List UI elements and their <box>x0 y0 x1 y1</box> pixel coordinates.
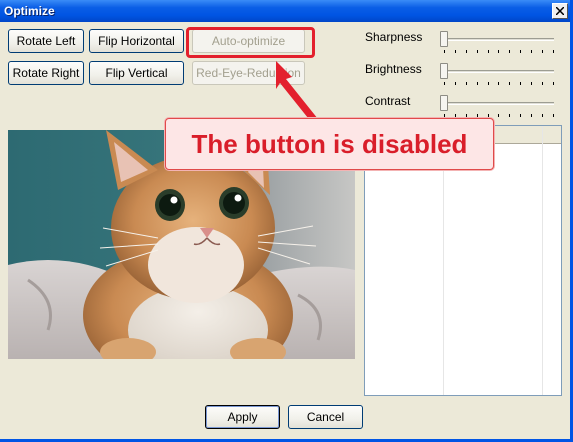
slider-thumb[interactable] <box>440 31 448 47</box>
slider-track <box>444 102 554 105</box>
cancel-button[interactable]: Cancel <box>288 405 363 429</box>
sharpness-slider[interactable] <box>438 30 558 54</box>
annotation-arrow-icon <box>276 61 318 123</box>
close-button[interactable] <box>552 3 568 19</box>
grid-column-line <box>542 126 543 395</box>
rotate-left-button[interactable]: Rotate Left <box>8 29 84 53</box>
contrast-label: Contrast <box>365 94 411 108</box>
brightness-slider[interactable] <box>438 62 558 86</box>
slider-track <box>444 38 554 41</box>
optimize-dialog: Optimize Rotate Left Flip Horizontal Aut… <box>0 0 573 442</box>
highlight-box <box>186 27 315 58</box>
flip-vertical-button[interactable]: Flip Vertical <box>89 61 184 85</box>
window-title: Optimize <box>4 4 55 18</box>
brightness-label: Brightness <box>365 62 422 76</box>
contrast-slider[interactable] <box>438 94 558 118</box>
slider-thumb[interactable] <box>440 95 448 111</box>
slider-track <box>444 70 554 73</box>
slider-thumb[interactable] <box>440 63 448 79</box>
title-bar[interactable]: Optimize <box>0 0 570 22</box>
rotate-right-button[interactable]: Rotate Right <box>8 61 84 85</box>
slider-ticks <box>444 82 554 86</box>
close-x-icon <box>556 7 564 15</box>
annotation-text: The button is disabled <box>191 129 468 159</box>
apply-button[interactable]: Apply <box>205 405 280 429</box>
slider-ticks <box>444 50 554 54</box>
annotation-callout: The button is disabled <box>165 118 494 170</box>
flip-horizontal-button[interactable]: Flip Horizontal <box>89 29 184 53</box>
sharpness-label: Sharpness <box>365 30 423 44</box>
